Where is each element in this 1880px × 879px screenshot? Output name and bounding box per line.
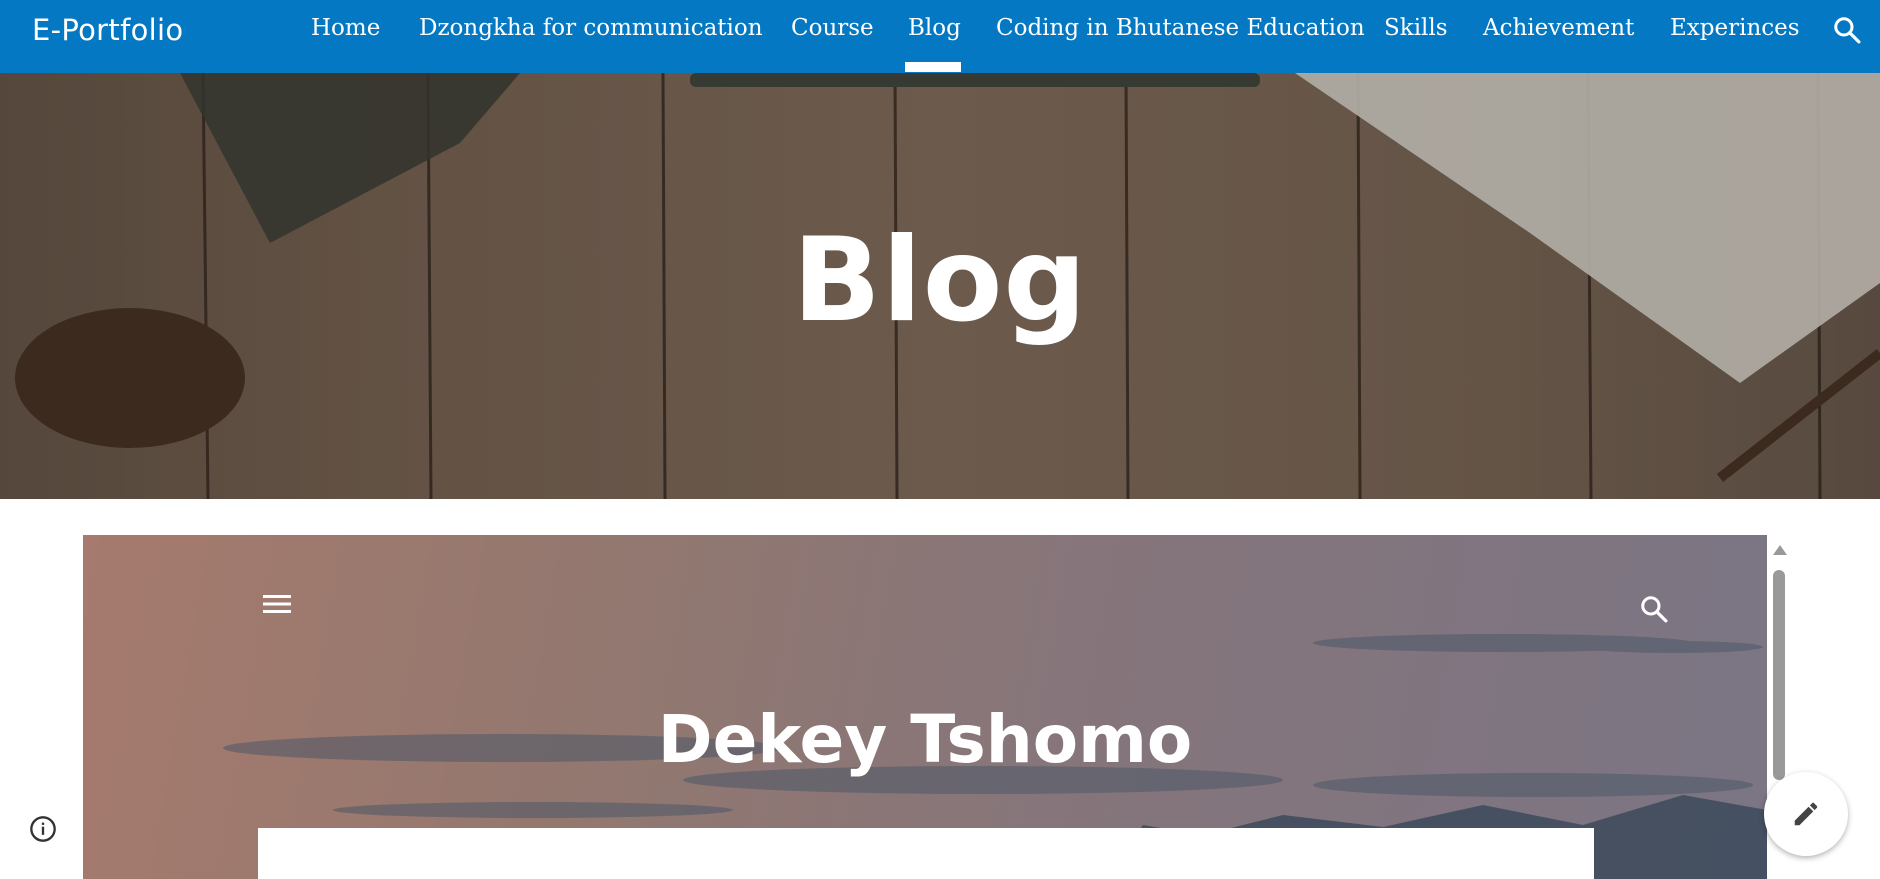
edit-button[interactable] (1764, 772, 1848, 856)
search-icon[interactable] (1832, 15, 1862, 45)
hero-banner: Blog (0, 73, 1880, 499)
nav-item-home[interactable]: Home (311, 15, 380, 41)
scroll-up-arrow-icon[interactable] (1773, 545, 1787, 555)
blog-title: Dekey Tshomo (657, 701, 1193, 778)
nav-item-dzongkha-for-communication[interactable]: Dzongkha for communication (419, 15, 763, 41)
pencil-icon (1794, 802, 1818, 826)
hamburger-menu-icon[interactable] (261, 592, 293, 616)
site-title[interactable]: E-Portfolio (32, 13, 183, 47)
blog-post-card[interactable] (258, 828, 1594, 879)
embedded-blog-frame: Dekey Tshomo (83, 535, 1767, 879)
nav-item-course[interactable]: Course (791, 15, 874, 41)
nav-item-achievement[interactable]: Achievement (1483, 15, 1634, 41)
scroll-thumb[interactable] (1773, 570, 1785, 780)
nav-item-experinces[interactable]: Experinces (1670, 15, 1800, 41)
info-icon[interactable] (29, 815, 57, 843)
search-icon[interactable] (1639, 594, 1669, 624)
active-tab-indicator (905, 62, 961, 72)
hero-title: Blog (792, 213, 1088, 348)
nav-item-skills[interactable]: Skills (1384, 15, 1448, 41)
nav-item-coding-in-bhutanese-education[interactable]: Coding in Bhutanese Education (996, 15, 1365, 41)
nav-item-blog[interactable]: Blog (908, 15, 961, 41)
top-navigation-bar: E-Portfolio Home Dzongkha for communicat… (0, 0, 1880, 73)
